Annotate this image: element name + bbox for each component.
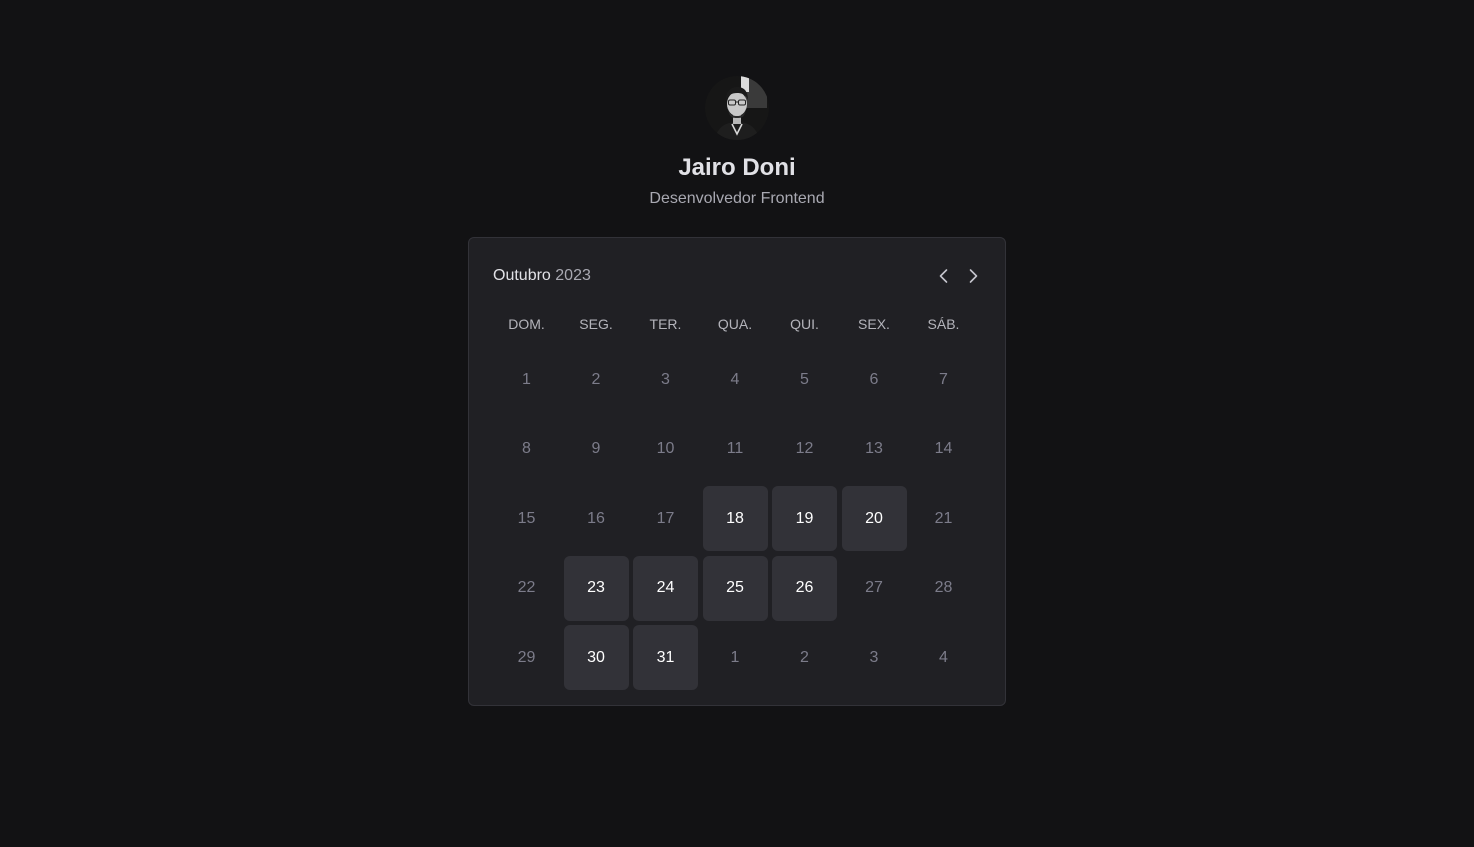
day-disabled: 4 (730, 370, 740, 388)
day-available[interactable]: 25 (702, 555, 768, 621)
day-disabled: 22 (517, 579, 536, 597)
day-disabled: 1 (730, 648, 740, 666)
day-available[interactable]: 18 (702, 486, 768, 552)
day-disabled: 3 (869, 648, 879, 666)
weekday-label: TER. (649, 316, 682, 332)
avatar (705, 76, 769, 140)
day-disabled: 11 (726, 440, 744, 458)
profile-name: Jairo Doni (678, 154, 796, 181)
weekday-label: QUI. (790, 316, 819, 332)
day-available[interactable]: 26 (772, 555, 837, 621)
next-month-button[interactable] (961, 264, 985, 288)
chevron-right-icon (969, 269, 978, 283)
day-disabled: 21 (934, 509, 953, 527)
day-disabled: 8 (522, 440, 531, 458)
day-disabled: 1 (522, 370, 531, 388)
calendar-year: 2023 (555, 267, 591, 284)
day-disabled: 15 (517, 509, 536, 527)
day-disabled: 5 (800, 370, 809, 388)
weekday-header: DOM. SEG. TER. QUA. QUI. SEX. SÁB. (494, 312, 980, 336)
day-disabled: 9 (591, 440, 601, 458)
weekday-label: SEG. (579, 316, 613, 332)
day-disabled: 2 (591, 370, 601, 388)
day-disabled: 28 (934, 579, 953, 597)
day-disabled: 10 (656, 440, 675, 458)
weekday-label: QUA. (717, 316, 753, 332)
avatar-photo (705, 76, 769, 140)
day-available[interactable]: 23 (563, 555, 629, 621)
day-available[interactable]: 20 (841, 486, 907, 552)
day-disabled: 14 (934, 440, 953, 458)
day-available[interactable]: 24 (633, 555, 698, 621)
weekday-label: DOM. (508, 316, 545, 332)
day-disabled: 3 (661, 370, 670, 388)
day-disabled: 4 (939, 648, 948, 666)
day-disabled: 12 (795, 440, 814, 458)
day-disabled: 2 (800, 648, 809, 666)
weekday-label: SEX. (858, 316, 890, 332)
day-disabled: 13 (865, 440, 883, 458)
day-available[interactable]: 30 (563, 625, 629, 691)
day-available[interactable]: 19 (772, 486, 837, 552)
day-disabled: 16 (587, 509, 605, 527)
calendar-days: 1 2 3 4 5 6 7 8 9 10 11 12 13 14 15 16 17 18 19 20 21 22 23 24 2… (494, 347, 980, 691)
previous-month-button[interactable] (932, 264, 956, 288)
profile-role: Desenvolvedor Frontend (649, 190, 825, 207)
day-disabled: 17 (656, 509, 675, 527)
day-available[interactable]: 31 (633, 625, 698, 691)
calendar-grid: DOM. SEG. TER. QUA. QUI. SEX. SÁB. 1 2 3 4 5 6 7 8 9 10… (494, 312, 980, 691)
calendar-title: Outubro 2023 (493, 266, 591, 286)
calendar-month: Outubro (493, 267, 551, 284)
day-disabled: 7 (939, 370, 948, 388)
calendar: Outubro 2023 DOM. SEG. TER. QUA. QUI. SEX. SÁB… (468, 237, 1006, 706)
day-disabled: 6 (869, 370, 879, 388)
day-disabled: 29 (517, 648, 536, 666)
chevron-left-icon (939, 269, 948, 283)
weekday-label: SÁB. (927, 316, 960, 332)
day-disabled: 27 (865, 579, 883, 597)
